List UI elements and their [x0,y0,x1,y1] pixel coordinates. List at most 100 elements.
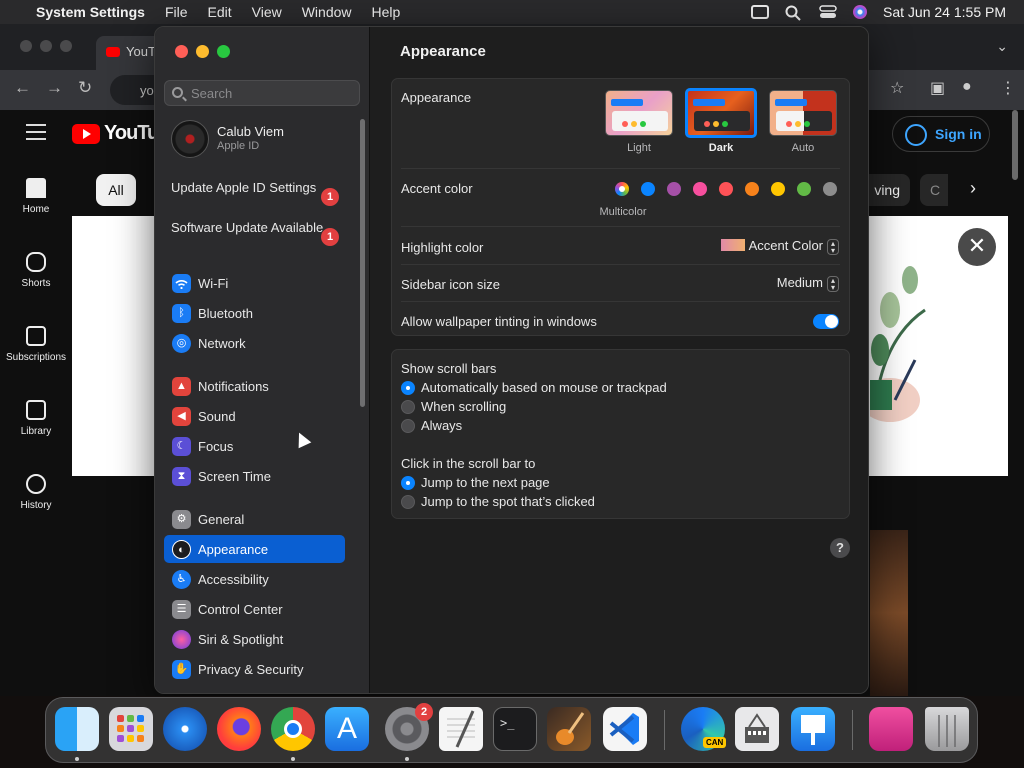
divider [401,301,840,302]
divider [401,226,840,227]
accent-swatch-red[interactable] [719,182,733,196]
side-panel-icon[interactable]: ▣ [930,78,945,98]
appearance-option-dark[interactable] [685,88,757,138]
dock-vscode-icon[interactable] [603,707,647,751]
youtube-chip[interactable]: C [920,174,948,206]
apple-id-account[interactable]: Calub Viem Apple ID [171,120,351,158]
accent-swatch-pink[interactable] [693,182,707,196]
minimize-window-button[interactable] [196,45,209,58]
radio-jump-next-page[interactable] [401,476,415,490]
sidebar-item-wifi[interactable]: Wi-Fi [164,269,345,297]
radio-scroll-automatic[interactable] [401,381,415,395]
accent-swatch-blue[interactable] [641,182,655,196]
sidebar-icon-size-popup[interactable]: Medium ▴ ▾ [722,275,839,292]
accent-swatch-multicolor[interactable] [615,182,629,196]
accent-swatch-graphite[interactable] [823,182,837,196]
search-input[interactable]: Search [164,80,360,106]
sidebar-icon-size-label: Sidebar icon size [401,277,500,292]
chips-next-arrow-icon[interactable]: › [970,178,976,199]
back-arrow-icon[interactable]: ← [14,78,31,98]
accent-swatch-orange[interactable] [745,182,759,196]
tab-search-chevron-icon[interactable]: ⌄ [996,38,1008,55]
notice-update-apple-id[interactable]: Update Apple ID Settings 1 [171,180,341,206]
dock-chrome-icon[interactable] [271,707,315,751]
dock-keynote-icon[interactable] [791,707,835,751]
sidebar-item-bluetooth[interactable]: ᛒ Bluetooth [164,299,345,327]
youtube-nav-library[interactable]: Library [0,392,72,466]
sidebar-item-sound[interactable]: ◀ Sound [164,402,345,430]
sidebar-item-accessibility[interactable]: ♿ Accessibility [164,565,345,593]
dock-textedit-icon[interactable] [439,707,483,751]
accent-swatch-green[interactable] [797,182,811,196]
dock-folder-icon[interactable] [869,707,913,751]
youtube-chip-all[interactable]: All [96,174,136,206]
dock-app-store-icon[interactable]: A [325,707,369,751]
radio-scroll-always[interactable] [401,419,415,433]
sidebar-item-control-center[interactable]: ☰ Control Center [164,595,345,623]
highlight-color-popup[interactable]: Accent Color ▴ ▾ [692,238,839,255]
menu-edit[interactable]: Edit [208,4,232,20]
stage-manager-icon[interactable] [751,5,770,19]
video-thumbnail[interactable] [870,530,908,696]
dock-archive-utility-icon[interactable] [735,707,779,751]
menu-view[interactable]: View [252,4,282,20]
radio-jump-spot-clicked[interactable] [401,495,415,509]
sidebar-scrollbar[interactable] [360,119,365,407]
help-button[interactable]: ? [830,538,850,558]
accent-swatch-yellow[interactable] [771,182,785,196]
dock-terminal-icon[interactable]: >_ [493,707,537,751]
appearance-option-light[interactable] [605,90,673,136]
sidebar-item-focus[interactable]: ☾ Focus [164,432,345,460]
control-center-icon[interactable] [819,5,837,19]
youtube-sign-in-button[interactable]: Sign in [892,116,990,152]
sidebar-item-privacy-security[interactable]: ✋ Privacy & Security [164,655,345,683]
close-window-button[interactable] [175,45,188,58]
youtube-nav-home[interactable]: Home [0,170,72,244]
appearance-option-light-label: Light [627,142,651,154]
menu-clock[interactable]: Sat Jun 24 1:55 PM [883,4,1006,20]
menu-app-name[interactable]: System Settings [36,4,145,20]
siri-icon[interactable] [853,5,868,19]
sidebar-item-notifications[interactable]: ▲ Notifications [164,372,345,400]
accent-swatch-purple[interactable] [667,182,681,196]
menu-bar: System Settings File Edit View Window He… [0,0,1024,24]
accent-color-label: Accent color [401,181,473,196]
sidebar-item-screen-time[interactable]: ⧗ Screen Time [164,462,345,490]
dock-trash-icon[interactable] [925,707,969,751]
youtube-nav-shorts[interactable]: Shorts [0,244,72,318]
spotlight-search-icon[interactable] [785,5,803,21]
browser-menu-icon[interactable]: ⋮ [1000,78,1016,98]
appearance-option-auto[interactable] [769,90,837,136]
youtube-hamburger-icon[interactable] [26,124,46,145]
youtube-nav-subscriptions[interactable]: Subscriptions [0,318,72,392]
radio-scroll-always-label: Always [421,418,463,433]
youtube-nav-history[interactable]: History [0,466,72,540]
sidebar-item-appearance[interactable]: ◐ Appearance [164,535,345,563]
dock-finder-icon[interactable] [55,707,99,751]
browser-traffic-lights [20,40,72,52]
wallpaper-tinting-toggle[interactable] [813,314,839,329]
apple-id-subtitle: Apple ID [217,140,260,152]
menu-file[interactable]: File [165,4,188,20]
browser-scrollbar[interactable] [1012,110,1018,180]
sidebar-item-siri-spotlight[interactable]: Siri & Spotlight [164,625,345,653]
radio-scroll-when-scrolling[interactable] [401,400,415,414]
divider [401,168,840,169]
banner-close-icon[interactable]: ✕ [958,228,996,266]
dock-firefox-icon[interactable] [217,707,261,751]
menu-help[interactable]: Help [372,4,401,20]
thumb-bar [611,99,643,106]
dock-launchpad-icon[interactable] [109,707,153,751]
forward-arrow-icon[interactable]: → [46,78,63,98]
profile-icon[interactable]: ● [962,78,972,96]
sidebar-item-network[interactable]: ◎ Network [164,329,345,357]
notice-software-update[interactable]: Software Update Available 1 [171,220,341,246]
zoom-window-button[interactable] [217,45,230,58]
reload-icon[interactable]: ↻ [78,78,92,98]
dock-safari-icon[interactable] [163,707,207,751]
bookmark-star-icon[interactable]: ☆ [890,78,904,98]
dock-garageband-icon[interactable] [547,707,591,751]
sidebar-item-general[interactable]: ⚙ General [164,505,345,533]
appearance-label: Appearance [401,90,472,105]
menu-window[interactable]: Window [302,4,352,20]
